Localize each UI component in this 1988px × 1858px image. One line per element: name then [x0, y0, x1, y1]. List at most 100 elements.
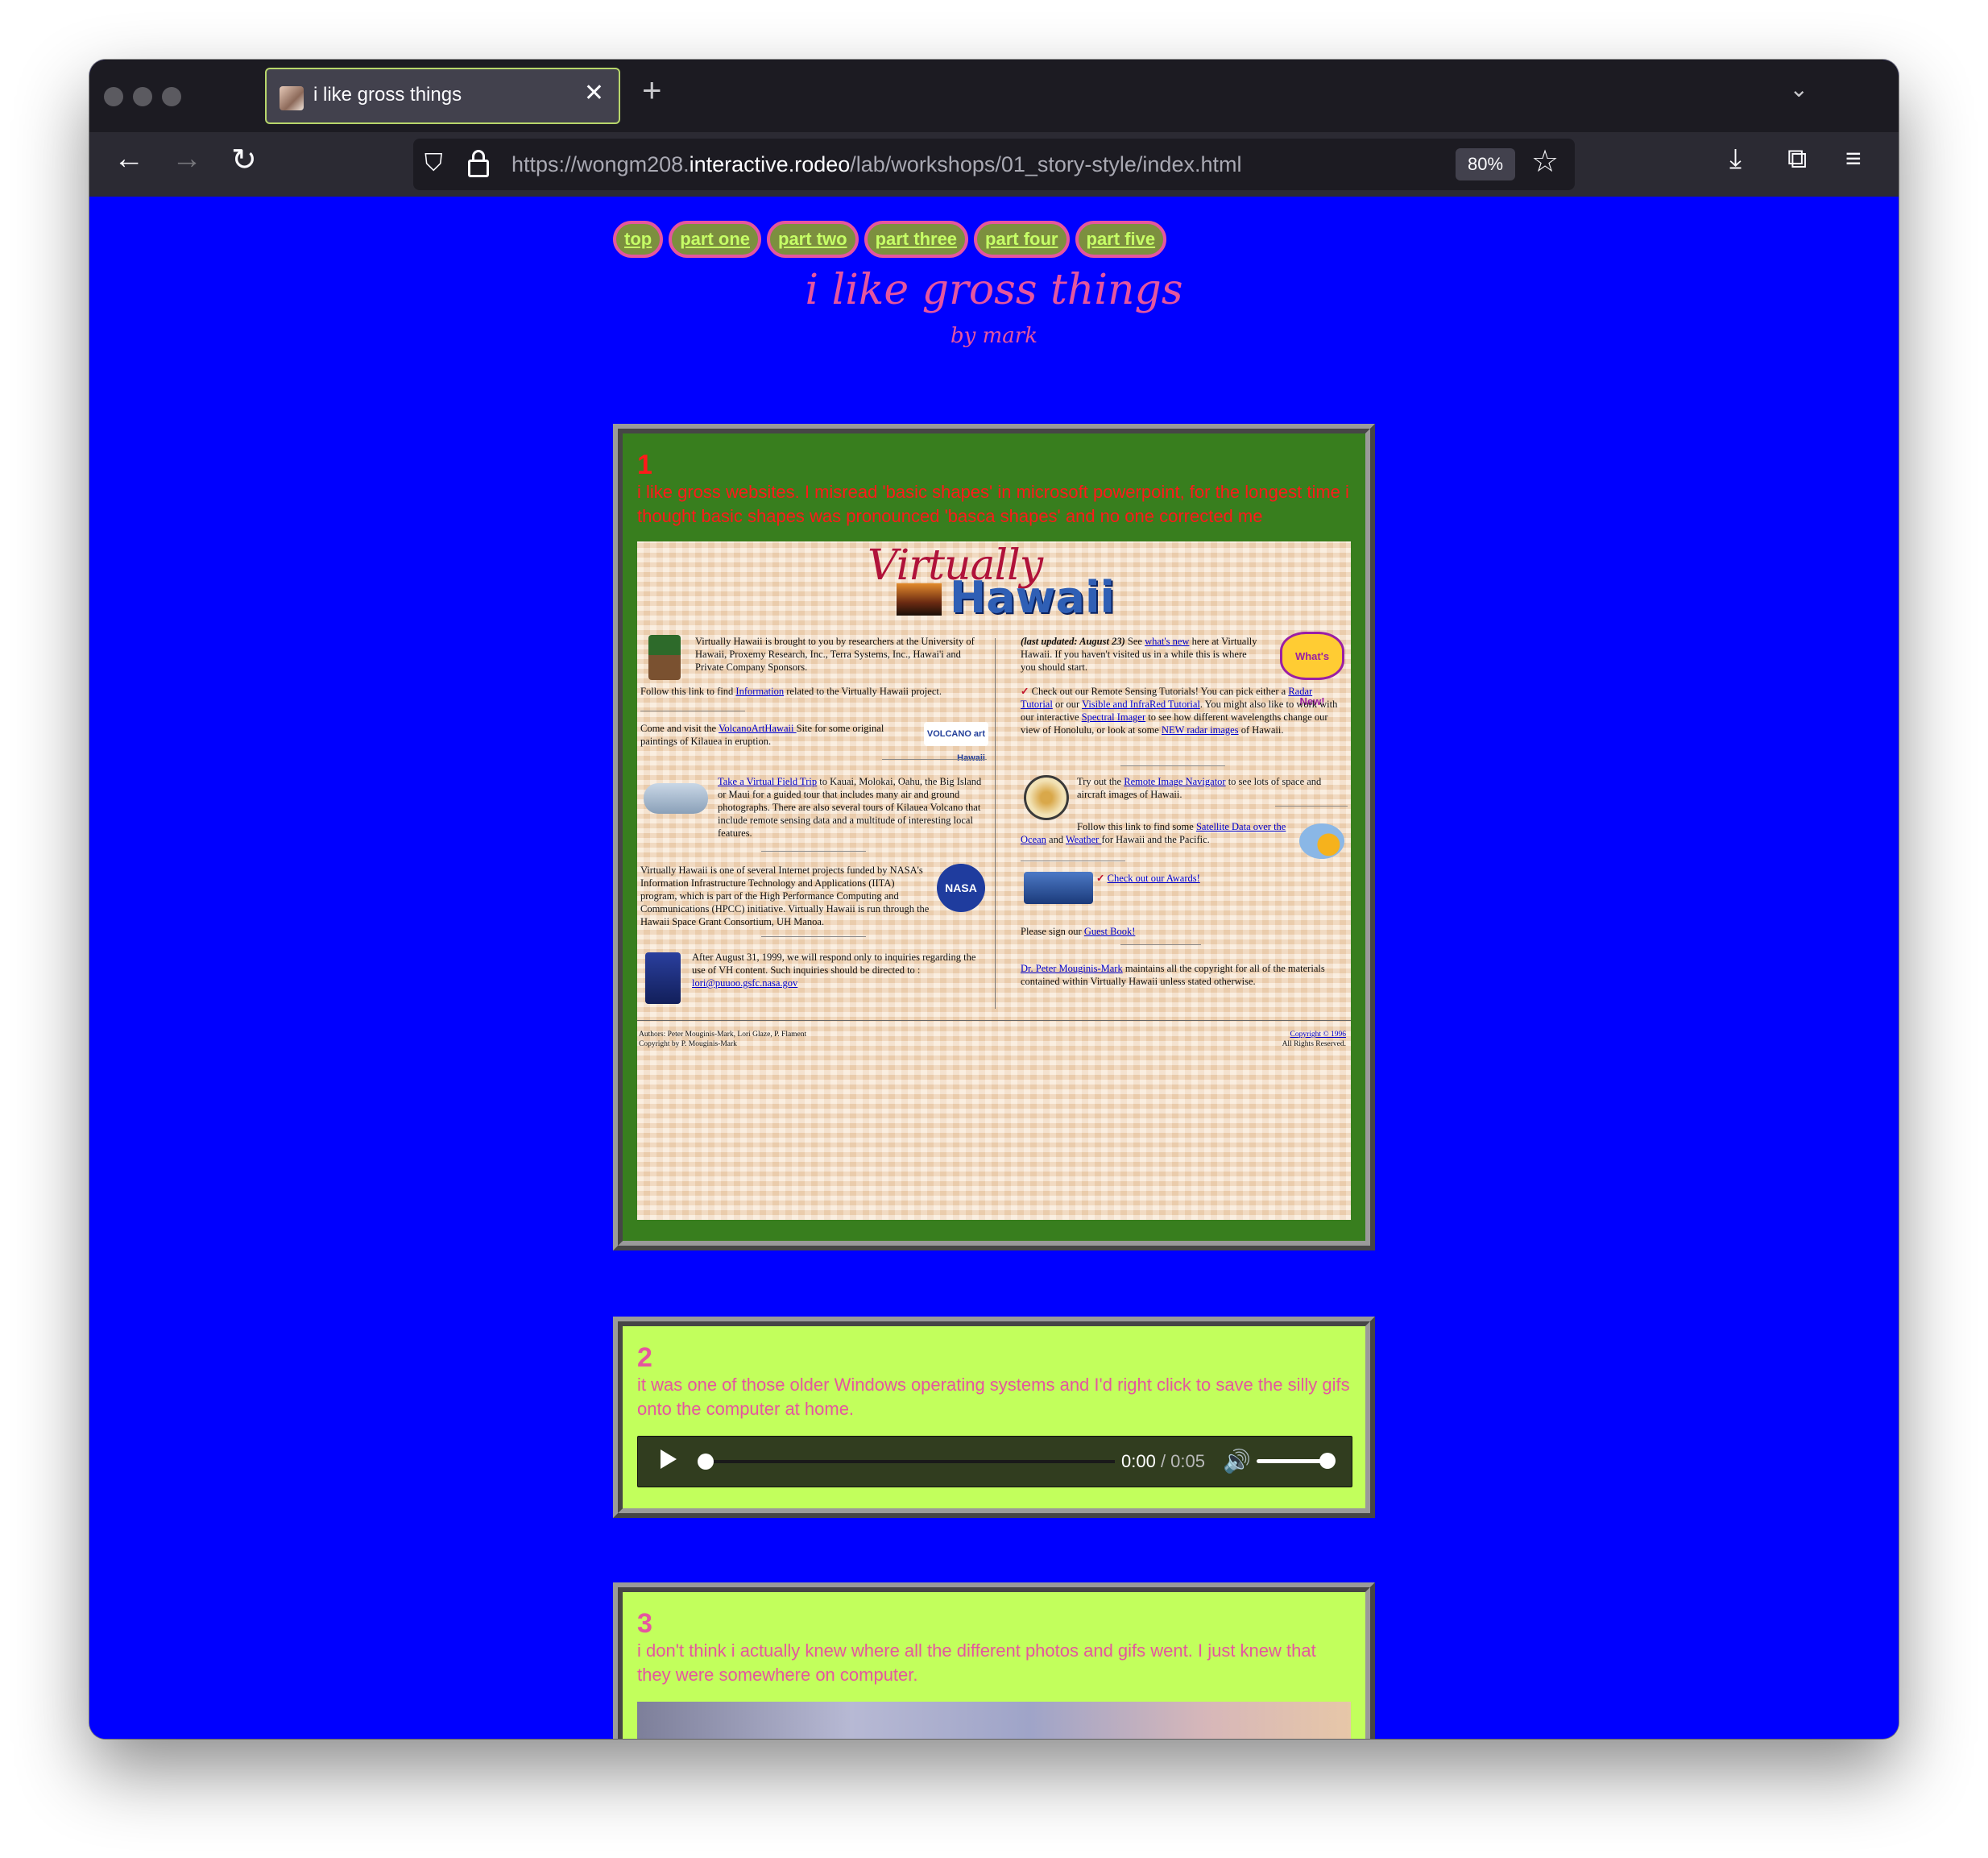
lock-icon[interactable] — [468, 150, 489, 177]
zoom-level-button[interactable]: 80% — [1456, 148, 1515, 180]
vh-copyright-link[interactable]: Copyright © 1996 — [1290, 1031, 1347, 1039]
vh-whats-new-link[interactable]: what's new — [1145, 636, 1189, 647]
section-text: it was one of those older Windows operat… — [637, 1375, 1350, 1419]
audio-seek-bar[interactable] — [702, 1460, 1115, 1463]
vh-awards-line: ✓ Check out our Awards! — [1096, 872, 1306, 885]
divider — [1120, 765, 1225, 766]
open-book-icon — [1024, 872, 1093, 904]
audio-seek-handle[interactable] — [698, 1454, 714, 1470]
vh-volcano-line: Come and visit the VolcanoArtHawaii Site… — [640, 723, 884, 747]
new-tab-icon[interactable]: + — [642, 71, 662, 110]
story-card-3: 3 i don't think i actually knew where al… — [613, 1582, 1375, 1739]
nav-link-part-four[interactable]: part four — [974, 221, 1070, 258]
virtually-hawaii-screenshot: Virtually Hawaii Virtually Hawaii is bro… — [637, 541, 1351, 1220]
whats-new-badge-icon[interactable]: What's New! — [1280, 632, 1344, 707]
vh-copyright-text: Dr. Peter Mouginis-Mark maintains all th… — [1021, 963, 1325, 987]
tab-bar: i like gross things ✕ + ⌄ — [89, 60, 1899, 132]
menu-icon[interactable]: ≡ — [1845, 143, 1862, 175]
vh-footer-right: Copyright © 1996 All Rights Reserved. — [1282, 1031, 1347, 1048]
browser-window: i like gross things ✕ + ⌄ ← → ↻ ⛉ https:… — [89, 60, 1899, 1739]
vh-sunset-image — [897, 583, 942, 616]
airplane-icon — [644, 783, 708, 814]
close-window-button[interactable] — [104, 87, 123, 106]
section-number: 1 — [637, 450, 652, 480]
volume-slider[interactable] — [1257, 1459, 1327, 1463]
url-text[interactable]: https://wongm208.interactive.rodeo/lab/w… — [511, 152, 1241, 177]
vh-guestbook-line: Please sign our Guest Book! — [1021, 926, 1136, 937]
navigation-toolbar: ← → ↻ ⛉ https://wongm208.interactive.rod… — [89, 132, 1899, 197]
vh-column-divider — [995, 638, 996, 1009]
download-icon[interactable]: ⤓ — [1729, 143, 1742, 175]
vh-awards-link[interactable]: Check out our Awards! — [1108, 873, 1200, 884]
volcano-art-badge-icon[interactable]: VOLCANO art Hawaii — [924, 722, 988, 763]
minimize-window-button[interactable] — [133, 87, 152, 106]
vh-spectral-imager-link[interactable]: Spectral Imager — [1082, 711, 1145, 723]
browser-tab[interactable]: i like gross things ✕ — [265, 68, 620, 124]
back-icon[interactable]: ← — [114, 142, 144, 176]
compass-icon — [1024, 775, 1069, 820]
divider — [761, 851, 866, 852]
section-number: 3 — [637, 1608, 652, 1639]
volume-icon[interactable]: 🔊 — [1223, 1448, 1251, 1474]
story-photo — [637, 1702, 1351, 1739]
vh-tutorials-text: ✓ Check out our Remote Sensing Tutorials… — [1021, 686, 1338, 736]
story-card-2: 2 it was one of those older Windows oper… — [613, 1317, 1375, 1518]
tracking-protection-shield-icon[interactable]: ⛉ — [425, 150, 443, 177]
vh-updated-text: (last updated: August 23) See what's new… — [1021, 636, 1257, 673]
mailbox-icon — [645, 952, 681, 1004]
tab-title: i like gross things — [313, 84, 462, 106]
story-card-1: 1 i like gross websites. I misread 'basi… — [613, 424, 1375, 1250]
address-bar[interactable]: ⛉ https://wongm208.interactive.rodeo/lab… — [413, 139, 1575, 190]
extensions-icon[interactable]: ⧉ — [1787, 143, 1807, 175]
play-icon[interactable] — [661, 1449, 677, 1469]
vh-field-trip-text: Take a Virtual Field Trip to Kauai, Molo… — [718, 776, 982, 839]
vh-volcanoart-link[interactable]: VolcanoArtHawaii — [719, 723, 797, 734]
audio-player: 0:00 / 0:05 🔊 — [637, 1436, 1352, 1487]
page-byline: by mark — [951, 324, 1037, 348]
vh-info-line: Follow this link to find Information rel… — [640, 686, 942, 697]
vh-satellite-text: Follow this link to find some Satellite … — [1021, 821, 1286, 845]
page-title: i like gross things — [805, 266, 1183, 314]
section-nav: top part one part two part three part fo… — [613, 221, 1167, 258]
web-page: top part one part two part three part fo… — [89, 197, 1899, 1739]
vh-guestbook-link[interactable]: Guest Book! — [1084, 926, 1136, 937]
divider — [1275, 806, 1348, 807]
palm-tree-icon — [648, 635, 681, 680]
vh-new-radar-images-link[interactable]: NEW radar images — [1162, 724, 1239, 736]
tab-list-chevron-icon[interactable]: ⌄ — [1790, 76, 1808, 102]
nav-link-part-two[interactable]: part two — [767, 221, 859, 258]
vh-footer-left: Authors: Peter Mouginis-Mark, Lori Glaze… — [639, 1031, 807, 1048]
vh-weather-link[interactable]: Weather — [1066, 834, 1101, 845]
vh-email-link[interactable]: lori@puuoo.gsfc.nasa.gov — [692, 977, 797, 989]
vh-image-navigator-link[interactable]: Remote Image Navigator — [1124, 776, 1225, 787]
divider — [1120, 944, 1201, 945]
audio-time: 0:00 / 0:05 — [1121, 1451, 1205, 1471]
forward-icon[interactable]: → — [172, 142, 202, 176]
vh-navigator-text: Try out the Remote Image Navigator to se… — [1077, 776, 1322, 800]
vh-mouginis-mark-link[interactable]: Dr. Peter Mouginis-Mark — [1021, 963, 1123, 974]
tab-close-icon[interactable]: ✕ — [584, 79, 604, 107]
divider — [882, 759, 987, 760]
section-number: 2 — [637, 1342, 652, 1373]
divider — [761, 936, 866, 937]
weather-sun-icon — [1299, 823, 1344, 859]
checkmark-icon: ✓ — [1096, 873, 1105, 884]
nasa-logo-icon: NASA — [937, 864, 985, 912]
vh-field-trip-link[interactable]: Take a Virtual Field Trip — [718, 776, 817, 787]
reload-icon[interactable]: ↻ — [231, 142, 257, 178]
vh-visible-ir-tutorial-link[interactable]: Visible and InfraRed Tutorial — [1082, 699, 1200, 710]
vh-nasa-text: Virtually Hawaii is one of several Inter… — [640, 865, 930, 927]
nav-link-top[interactable]: top — [613, 221, 664, 258]
volume-handle[interactable] — [1319, 1453, 1336, 1469]
vh-title-hawaii: Hawaii — [950, 572, 1115, 623]
section-text: i don't think i actually knew where all … — [637, 1640, 1316, 1685]
section-text: i like gross websites. I misread 'basic … — [637, 482, 1349, 526]
nav-link-part-one[interactable]: part one — [669, 221, 761, 258]
vh-information-link[interactable]: Information — [735, 686, 784, 697]
nav-link-part-five[interactable]: part five — [1075, 221, 1167, 258]
maximize-window-button[interactable] — [162, 87, 181, 106]
bookmark-star-icon[interactable]: ☆ — [1531, 143, 1559, 180]
divider — [637, 1020, 1351, 1021]
nav-link-part-three[interactable]: part three — [864, 221, 969, 258]
tab-favicon-icon — [280, 86, 304, 110]
